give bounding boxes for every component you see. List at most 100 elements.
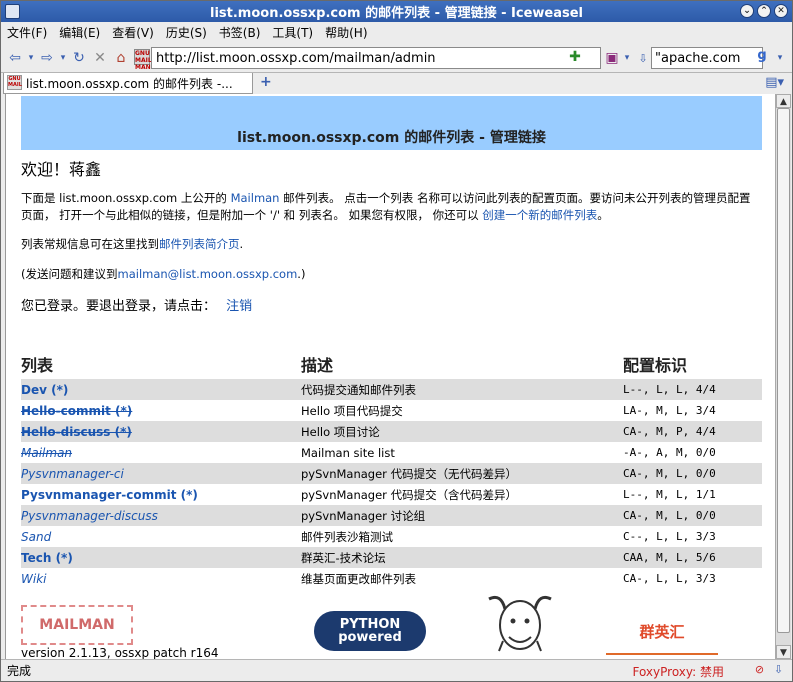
info-paragraph: 列表常规信息可在这里找到邮件列表简介页. — [21, 236, 243, 252]
delivered-by-mailman-logo[interactable]: MAILMAN — [21, 605, 133, 645]
vertical-scrollbar[interactable]: ▲ ▼ — [775, 94, 791, 659]
scrollbar-thumb[interactable] — [777, 108, 790, 633]
list-name-link[interactable]: Wiki — [21, 572, 46, 586]
version-text: version 2.1.13, ossxp patch r164 — [21, 646, 219, 659]
tab-bar: GNU MAIL list.moon.ossxp.com 的邮件列表 -... … — [1, 72, 792, 94]
list-name-link[interactable]: Pysvnmanager-discuss — [21, 509, 158, 523]
list-description-cell: 维基页面更改邮件列表 — [301, 571, 416, 586]
tab-mailman-admin[interactable]: GNU MAIL list.moon.ossxp.com 的邮件列表 -... — [3, 73, 253, 94]
back-dropdown-icon[interactable]: ▾ — [27, 49, 35, 67]
list-description-cell: 邮件列表沙箱测试 — [301, 529, 393, 544]
qunyinghui-logo[interactable]: 群英汇 — [606, 609, 718, 655]
list-name-cell: Wiki — [21, 568, 301, 589]
window-title: list.moon.ossxp.com 的邮件列表 - 管理链接 - Icewe… — [209, 6, 583, 21]
contact-text: (发送问题和建议到 — [21, 267, 118, 281]
menu-file[interactable]: 文件(F) — [7, 24, 47, 41]
home-icon[interactable]: ⌂ — [112, 49, 130, 67]
intro-text-a: 下面是 list.moon.ossxp.com 上公开的 — [21, 191, 231, 205]
cn-logo-text: 群英汇 — [639, 622, 685, 641]
menu-history[interactable]: 历史(S) — [166, 24, 207, 41]
table-header-row: 列表 描述 配置标识 — [21, 352, 762, 379]
table-row: Hello-discuss (*) Hello 项目讨论 CA-, M, P, 4/… — [21, 421, 762, 442]
title-bar: list.moon.ossxp.com 的邮件列表 - 管理链接 - Icewe… — [1, 1, 792, 22]
scroll-up-icon[interactable]: ▲ — [776, 94, 791, 108]
page-content: list.moon.ossxp.com 的邮件列表 - 管理链接 欢迎！蒋鑫 下… — [5, 94, 775, 659]
back-icon[interactable]: ⇦ — [6, 49, 24, 67]
scroll-down-icon[interactable]: ▼ — [776, 645, 791, 659]
list-name-link[interactable]: Hello-discuss (*) — [21, 425, 132, 439]
list-name-link[interactable]: Dev (*) — [21, 383, 68, 397]
block-icon[interactable]: ⊘ — [752, 662, 767, 677]
search-input[interactable]: "apache.com — [651, 47, 763, 69]
new-tab-button[interactable]: + — [260, 74, 272, 90]
close-button[interactable]: ✕ — [774, 4, 788, 18]
list-description-cell: pySvnManager 代码提交（含代码差异） — [301, 487, 518, 502]
toolbar-extra-dropdown-icon[interactable]: ▾ — [623, 49, 631, 67]
minimize-button[interactable]: ⌄ — [740, 4, 754, 18]
window-icon[interactable] — [5, 4, 20, 19]
menu-tools[interactable]: 工具(T) — [272, 24, 313, 41]
menu-edit[interactable]: 编辑(E) — [59, 24, 100, 41]
footer-logos: MAILMAN PYTHON powered 群英汇 version 2.1.1… — [21, 591, 762, 659]
list-flags-cell: CA-, M, L, 0/0 — [623, 463, 762, 484]
go-icon[interactable]: ✚ — [566, 49, 584, 65]
search-dropdown-icon[interactable]: ▾ — [775, 49, 785, 67]
contact-paragraph: (发送问题和建议到mailman@list.moon.ossxp.com.) — [21, 266, 305, 282]
contact-email-link[interactable]: mailman@list.moon.ossxp.com — [118, 267, 298, 281]
welcome-heading: 欢迎！蒋鑫 — [21, 160, 102, 179]
table-row: Mailman Mailman site list -A-, A, M, 0/0 — [21, 442, 762, 463]
list-name-link[interactable]: Hello-commit (*) — [21, 404, 132, 418]
status-bar: 完成 FoxyProxy: 禁用 ⊘ ⇩ — [1, 659, 792, 681]
toolbar-extra-icon[interactable]: ▣ — [603, 49, 621, 67]
list-flags-cell: -A-, A, M, 0/0 — [623, 446, 716, 459]
browser-window: list.moon.ossxp.com 的邮件列表 - 管理链接 - Icewe… — [0, 0, 793, 682]
list-name-link[interactable]: Sand — [21, 530, 51, 544]
list-flags-cell: L--, L, L, 4/4 — [623, 379, 762, 400]
menu-bookmarks[interactable]: 书签(B) — [219, 24, 261, 41]
page-banner: list.moon.ossxp.com 的邮件列表 - 管理链接 — [21, 96, 762, 150]
mailman-logo-text: MAILMAN — [39, 617, 115, 633]
python-logo-text: PYTHON powered — [338, 617, 402, 645]
list-name-link[interactable]: Pysvnmanager-ci — [21, 467, 124, 481]
forward-dropdown-icon[interactable]: ▾ — [59, 49, 67, 67]
create-list-link[interactable]: 创建一个新的邮件列表 — [482, 208, 597, 222]
list-description-cell: pySvnManager 代码提交（无代码差异） — [301, 463, 623, 484]
mailman-link[interactable]: Mailman — [231, 191, 280, 205]
list-flags-cell: C--, L, L, 3/3 — [623, 530, 716, 543]
header-description: 描述 — [301, 356, 334, 375]
list-name-link[interactable]: Mailman — [21, 446, 72, 460]
list-name-cell: Dev (*) — [21, 379, 301, 400]
table-row: Pysvnmanager-commit (*) pySvnManager 代码提交… — [21, 484, 762, 505]
python-powered-logo[interactable]: PYTHON powered — [314, 611, 426, 651]
download-icon[interactable]: ⇩ — [771, 662, 786, 677]
menu-help[interactable]: 帮助(H) — [325, 24, 367, 41]
info-text-end: . — [239, 237, 244, 251]
google-search-icon[interactable]: g — [753, 48, 771, 66]
list-name-link[interactable]: Tech (*) — [21, 551, 73, 565]
list-name-cell: Hello-discuss (*) — [21, 421, 301, 442]
foxyproxy-status[interactable]: FoxyProxy: 禁用 — [632, 663, 724, 680]
logout-link[interactable]: 注销 — [226, 299, 252, 314]
header-list: 列表 — [21, 356, 54, 375]
menu-view[interactable]: 查看(V) — [112, 24, 154, 41]
list-description-cell: Mailman site list — [301, 445, 395, 460]
maximize-button[interactable]: ⌃ — [757, 4, 771, 18]
reload-icon[interactable]: ↻ — [70, 49, 88, 67]
listinfo-link[interactable]: 邮件列表简介页 — [159, 237, 240, 251]
contact-text-end: .) — [297, 267, 306, 281]
list-name-link[interactable]: Pysvnmanager-commit (*) — [21, 488, 198, 502]
header-config-flags: 配置标识 — [623, 356, 688, 375]
stop-icon[interactable]: ✕ — [91, 49, 109, 67]
toolbar-arrow-icon[interactable]: ⇩ — [634, 49, 652, 67]
url-input[interactable]: http://list.moon.ossxp.com/mailman/admin — [151, 47, 601, 69]
gnu-head-logo[interactable] — [479, 591, 561, 653]
list-flags-cell: L--, M, L, 1/1 — [623, 488, 716, 501]
table-row: Pysvnmanager-discuss pySvnManager 讨论组 CA-,… — [21, 505, 762, 526]
list-name-cell: Pysvnmanager-commit (*) — [21, 484, 301, 505]
table-row: Dev (*) 代码提交通知邮件列表 L--, L, L, 4/4 — [21, 379, 762, 400]
list-flags-cell: CA-, L, L, 3/3 — [623, 572, 716, 585]
tab-list-icon[interactable]: ▤▾ — [765, 75, 784, 90]
forward-icon[interactable]: ⇨ — [38, 49, 56, 67]
list-name-cell: Tech (*) — [21, 547, 301, 568]
list-flags-cell: CA-, M, L, 0/0 — [623, 505, 762, 526]
